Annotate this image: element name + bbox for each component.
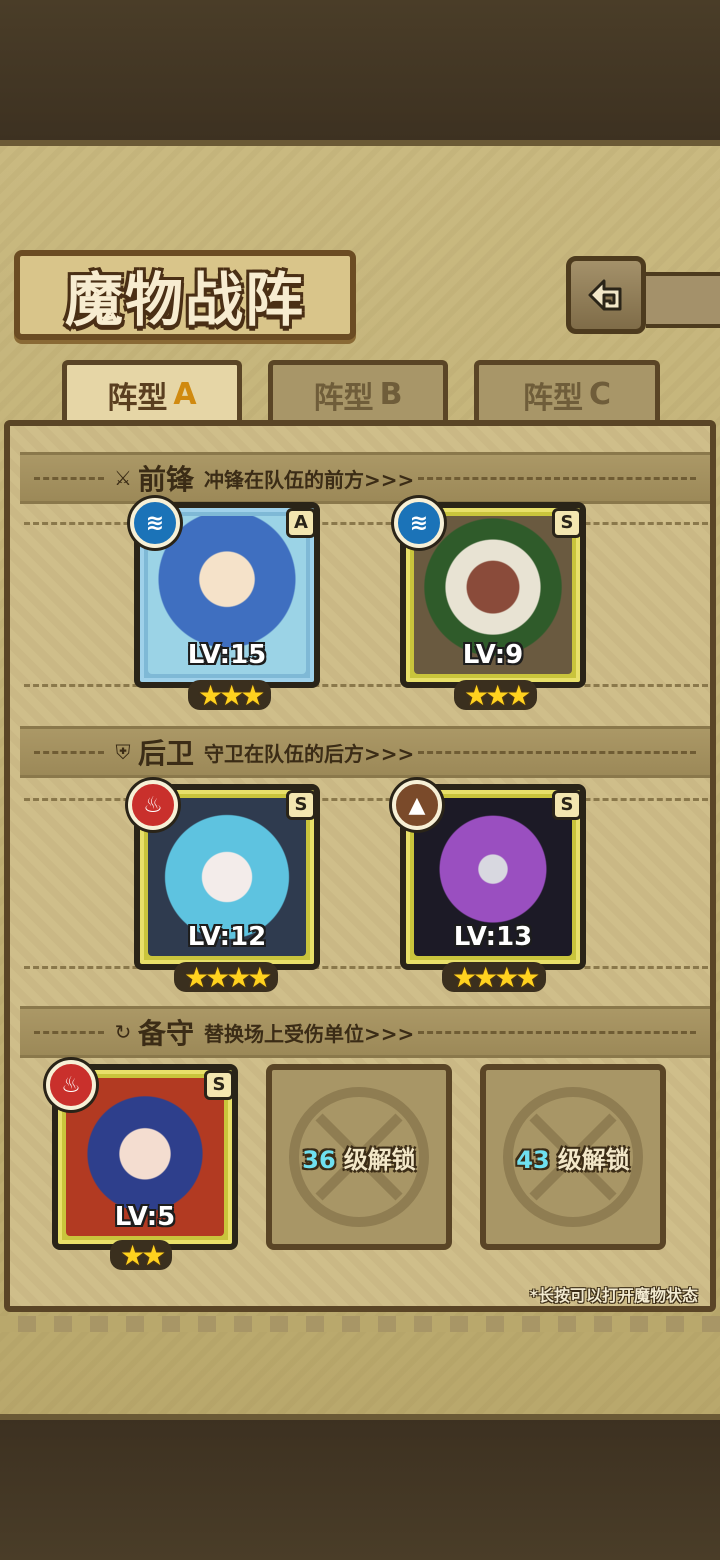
section-title: 前锋 xyxy=(138,463,195,496)
return-arrow-icon xyxy=(588,279,622,311)
rank-badge: S xyxy=(552,790,582,820)
sword-icon: ⚔ xyxy=(114,466,132,490)
page-title: 魔物战阵 xyxy=(64,266,305,334)
star-rating: ★★★ xyxy=(454,679,538,712)
divider xyxy=(34,750,104,754)
unlock-level: 36 xyxy=(302,1145,336,1174)
bottom-backdrop xyxy=(0,1420,720,1560)
unlock-label: 级解锁 xyxy=(343,1145,416,1174)
star-rating: ★★ xyxy=(110,1239,173,1272)
tab-formation-b[interactable]: 阵型 B xyxy=(268,360,448,424)
unlock-label: 级解锁 xyxy=(557,1145,630,1174)
divider xyxy=(34,476,104,480)
divider xyxy=(418,750,696,754)
long-press-hint: *长按可以打开魔物状态 xyxy=(529,1286,698,1305)
divider xyxy=(418,1030,696,1034)
section-desc: 守卫在队伍的后方>>> xyxy=(204,741,415,766)
section-header-front: ⚔ 前锋 冲锋在队伍的前方>>> xyxy=(20,452,710,504)
star-rating: ★★★ xyxy=(188,679,272,712)
monster-level: LV:15 xyxy=(187,640,267,670)
unlock-level: 43 xyxy=(516,1145,550,1174)
monster-level: LV:9 xyxy=(462,640,524,670)
rank-badge: S xyxy=(286,790,316,820)
swap-icon: ↻ xyxy=(114,1020,132,1044)
water-element-icon: ≋ xyxy=(394,498,444,548)
rank-badge: S xyxy=(552,508,582,538)
tab-formation-c[interactable]: 阵型 C xyxy=(474,360,660,424)
tab-formation-a[interactable]: 阵型 A xyxy=(62,360,242,424)
section-header-back: ⛨ 后卫 守卫在队伍的后方>>> xyxy=(20,726,710,778)
locked-slot-2[interactable]: 43 级解锁 xyxy=(480,1064,666,1250)
unlock-requirement: 36 级解锁 xyxy=(302,1140,415,1175)
tab-letter: C xyxy=(588,377,612,412)
divider xyxy=(418,476,696,480)
back-button[interactable] xyxy=(566,256,646,334)
fire-element-icon: ♨ xyxy=(128,780,178,830)
row-guide xyxy=(24,798,708,801)
tab-label: 阵型 xyxy=(522,380,583,416)
back-strip xyxy=(646,272,720,328)
tab-label: 阵型 xyxy=(107,380,168,416)
monster-level: LV:13 xyxy=(453,922,533,952)
star-rating: ★★★★ xyxy=(174,961,279,994)
earth-element-icon: ▲ xyxy=(392,780,442,830)
section-desc: 冲锋在队伍的前方>>> xyxy=(204,467,415,492)
divider xyxy=(34,1030,104,1034)
tab-letter: B xyxy=(379,377,403,412)
unlock-requirement: 43 级解锁 xyxy=(516,1140,629,1175)
rank-badge: S xyxy=(204,1070,234,1100)
row-guide xyxy=(24,684,708,687)
torn-edge xyxy=(0,1316,720,1332)
shield-icon: ⛨ xyxy=(115,740,131,764)
row-guide xyxy=(24,522,708,525)
rank-badge: A xyxy=(286,508,316,538)
section-title: 后卫 xyxy=(138,737,195,770)
monster-level: LV:12 xyxy=(187,922,267,952)
section-title: 备守 xyxy=(138,1017,195,1050)
section-desc: 替换场上受伤单位>>> xyxy=(204,1021,415,1046)
row-guide xyxy=(24,966,708,969)
title-plate: 魔物战阵 xyxy=(14,250,356,340)
tab-label: 阵型 xyxy=(313,380,374,416)
monster-level: LV:5 xyxy=(114,1202,176,1232)
star-rating: ★★★★ xyxy=(442,961,547,994)
section-header-reserve: ↻ 备守 替换场上受伤单位>>> xyxy=(20,1006,710,1058)
top-backdrop xyxy=(0,0,720,140)
water-element-icon: ≋ xyxy=(130,498,180,548)
fire-element-icon: ♨ xyxy=(46,1060,96,1110)
locked-slot-1[interactable]: 36 级解锁 xyxy=(266,1064,452,1250)
tab-letter: A xyxy=(173,377,197,412)
